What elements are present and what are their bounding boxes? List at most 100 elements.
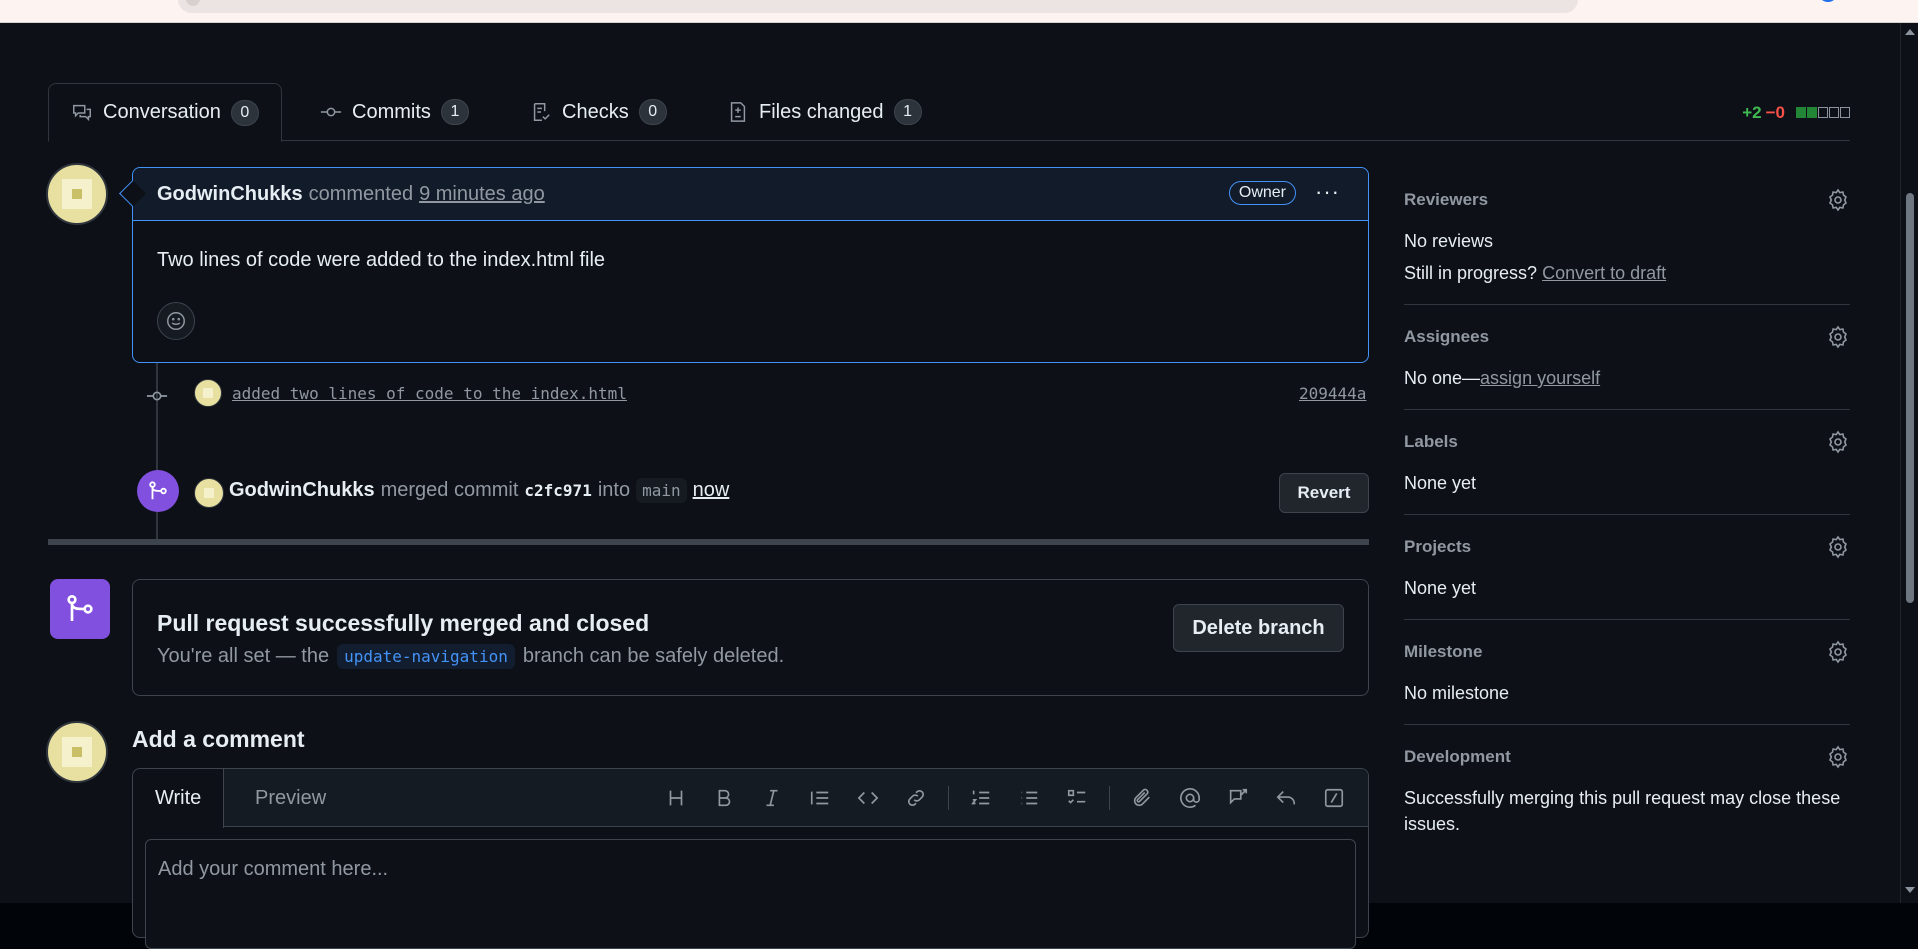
sidebar-development: Development Successfully merging this pu… (1404, 725, 1850, 855)
git-merge-icon (67, 595, 93, 621)
git-commit-icon (320, 107, 342, 117)
task-list-icon[interactable] (1053, 783, 1101, 813)
delete-branch-button[interactable]: Delete branch (1173, 604, 1344, 652)
sidebar-title: Assignees (1404, 327, 1490, 346)
diff-deletions: −0 (1765, 103, 1785, 122)
toolbar-divider (948, 786, 949, 810)
tab-files-changed[interactable]: Files changed 1 (705, 83, 944, 141)
comment-author[interactable]: GodwinChukks (157, 183, 303, 206)
diff-stat[interactable]: +2 −0 (1742, 103, 1850, 123)
sidebar-value: None yet (1404, 578, 1477, 598)
tab-counter: 1 (893, 99, 922, 125)
scroll-down-icon[interactable] (1905, 887, 1915, 893)
comment-discussion-icon (73, 104, 91, 121)
toolbar-divider (1109, 786, 1110, 810)
sidebar-value: No one— (1404, 368, 1481, 388)
diff-additions: +2 (1742, 103, 1762, 122)
unordered-list-icon[interactable] (1005, 783, 1053, 813)
address-bar[interactable] (178, 0, 1578, 13)
attach-file-icon[interactable] (1118, 783, 1166, 813)
pull-request-page: Conversation 0 Commits 1 Checks 0 Files … (0, 23, 1900, 949)
convert-to-draft-link[interactable]: Convert to draft (1542, 263, 1666, 283)
scroll-up-icon[interactable] (1905, 29, 1915, 35)
gear-icon[interactable] (1826, 430, 1850, 454)
browser-profile-icon[interactable] (1818, 0, 1838, 2)
merge-author[interactable]: GodwinChukks (229, 479, 375, 502)
sidebar-value: No reviews (1404, 231, 1494, 251)
commit-sha-link[interactable]: 209444a (1299, 384, 1366, 403)
mention-icon[interactable] (1166, 783, 1214, 813)
link-icon[interactable] (892, 783, 940, 813)
ordered-list-icon[interactable] (957, 783, 1005, 813)
page-scrollbar[interactable] (1900, 23, 1918, 903)
pr-tabs: Conversation 0 Commits 1 Checks 0 Files … (48, 83, 1850, 142)
assign-yourself-link[interactable]: assign yourself (1480, 368, 1600, 388)
sidebar-value: Successfully merging this pull request m… (1404, 788, 1841, 834)
sidebar-title: Projects (1404, 537, 1472, 556)
merge-event: GodwinChukks merged commit c2fc971 into … (229, 478, 729, 503)
tab-label: Commits (352, 100, 431, 123)
sidebar-milestone: Milestone No milestone (1404, 620, 1850, 725)
file-diff-icon (730, 102, 746, 122)
base-branch[interactable]: main (636, 478, 687, 503)
sidebar-title: Labels (1404, 432, 1458, 451)
checklist-icon (533, 103, 550, 121)
sidebar-title: Milestone (1404, 642, 1483, 661)
preview-tab[interactable]: Preview (233, 769, 348, 827)
browser-bar (0, 0, 1918, 23)
tab-counter: 1 (440, 99, 469, 125)
merge-event-node (137, 470, 179, 512)
comment-editor: Write Preview Add your comment here... (132, 768, 1369, 949)
scroll-thumb[interactable] (1906, 193, 1914, 603)
quote-icon[interactable] (796, 783, 844, 813)
write-tab[interactable]: Write (133, 769, 225, 828)
tab-label: Files changed (759, 100, 884, 123)
code-icon[interactable] (844, 783, 892, 813)
tab-conversation[interactable]: Conversation 0 (48, 83, 282, 142)
site-info-icon[interactable] (186, 0, 200, 6)
sidebar-title: Development (1404, 747, 1511, 766)
git-merge-icon (149, 481, 167, 500)
bold-icon[interactable] (700, 783, 748, 813)
avatar[interactable] (46, 163, 108, 225)
tab-checks[interactable]: Checks 0 (508, 83, 689, 141)
gear-icon[interactable] (1826, 640, 1850, 664)
comment-body: Two lines of code were added to the inde… (157, 249, 606, 271)
commit-message-link[interactable]: added two lines of code to the index.htm… (232, 384, 627, 403)
reply-icon[interactable] (1262, 783, 1310, 813)
kebab-menu-icon[interactable]: ··· (1315, 181, 1340, 203)
comment-time[interactable]: 9 minutes ago (419, 183, 545, 206)
gear-icon[interactable] (1826, 188, 1850, 212)
italic-icon[interactable] (748, 783, 796, 813)
merged-title: Pull request successfully merged and clo… (157, 610, 650, 636)
heading-icon[interactable] (652, 783, 700, 813)
draft-hint: Still in progress? Convert to draft (1404, 260, 1850, 286)
git-commit-icon (146, 385, 168, 407)
merged-status-box: Pull request successfully merged and clo… (132, 579, 1369, 696)
revert-button[interactable]: Revert (1279, 473, 1369, 513)
head-branch[interactable]: update-navigation (337, 644, 515, 669)
smiley-icon (167, 312, 185, 330)
slash-commands-icon[interactable] (1310, 783, 1358, 813)
diff-blocks (1795, 103, 1850, 123)
timeline-end-divider (48, 539, 1369, 545)
add-reaction-button[interactable] (157, 302, 195, 340)
tab-commits[interactable]: Commits 1 (298, 83, 491, 141)
cross-reference-icon[interactable] (1214, 783, 1262, 813)
gear-icon[interactable] (1826, 325, 1850, 349)
gear-icon[interactable] (1826, 535, 1850, 559)
sidebar-value: None yet (1404, 473, 1477, 493)
gear-icon[interactable] (1826, 745, 1850, 769)
avatar[interactable] (46, 721, 108, 783)
sidebar-assignees: Assignees No one—assign yourself (1404, 305, 1850, 410)
merge-action: merged commit (380, 479, 519, 501)
pr-description-comment: GodwinChukks commented 9 minutes ago Own… (132, 167, 1369, 363)
merge-commit-sha[interactable]: c2fc971 (524, 481, 591, 500)
avatar[interactable] (194, 478, 224, 508)
comment-textarea[interactable]: Add your comment here... (145, 839, 1356, 949)
sidebar-reviewers: Reviewers No reviews Still in progress? … (1404, 168, 1850, 305)
sidebar-labels: Labels None yet (1404, 410, 1850, 515)
merge-time[interactable]: now (693, 479, 730, 502)
merged-sub-prefix: You're all set — the (157, 645, 330, 667)
avatar[interactable] (194, 379, 222, 407)
